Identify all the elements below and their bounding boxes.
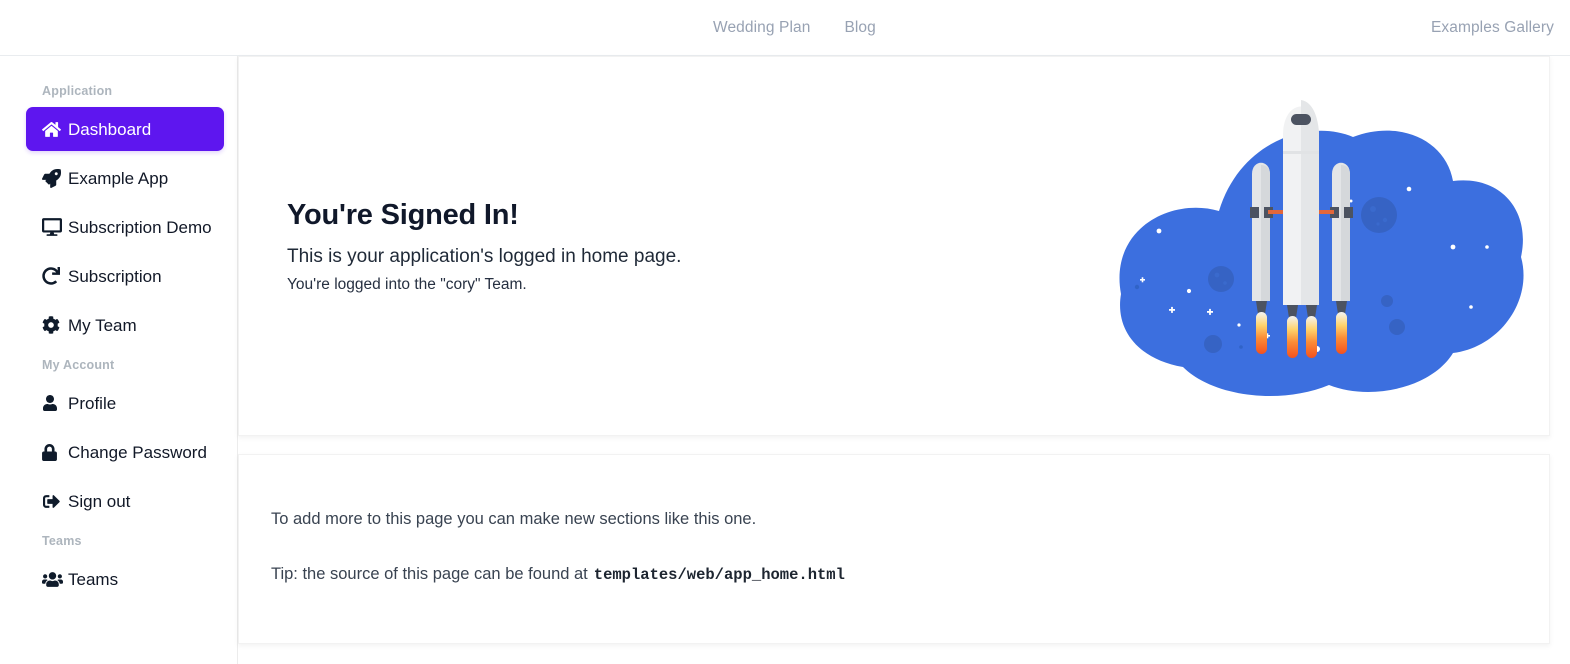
nav-link-blog[interactable]: Blog xyxy=(844,19,875,37)
sidebar: Application Dashboard Example App Subscr… xyxy=(0,56,238,664)
sidebar-item-label: Subscription xyxy=(68,266,162,286)
sidebar-item-my-team[interactable]: My Team xyxy=(26,303,224,347)
rocket-launch-illustration xyxy=(1101,79,1541,409)
sidebar-heading-my-account: My Account xyxy=(42,358,115,372)
lock-icon xyxy=(42,443,68,461)
sidebar-item-example-app[interactable]: Example App xyxy=(26,156,224,200)
desktop-icon xyxy=(42,217,68,237)
sidebar-item-label: Example App xyxy=(68,168,169,188)
sidebar-item-label: Sign out xyxy=(68,491,131,511)
sidebar-heading-teams: Teams xyxy=(42,534,82,548)
page-body: Application Dashboard Example App Subscr… xyxy=(0,56,1570,664)
hero-card: You're Signed In! This is your applicati… xyxy=(238,56,1550,436)
sidebar-item-teams[interactable]: Teams xyxy=(26,557,224,601)
home-icon xyxy=(42,120,68,139)
sign-out-icon xyxy=(42,493,68,510)
redo-icon xyxy=(42,267,68,285)
hero-text-block: You're Signed In! This is your applicati… xyxy=(239,199,979,294)
sidebar-item-dashboard[interactable]: Dashboard xyxy=(26,107,224,151)
nav-link-examples-gallery[interactable]: Examples Gallery xyxy=(1431,19,1554,37)
info-line-tip: Tip: the source of this page can be foun… xyxy=(271,565,1549,584)
sidebar-item-label: Profile xyxy=(68,393,117,413)
gear-icon xyxy=(42,316,68,334)
nav-link-wedding-plan[interactable]: Wedding Plan xyxy=(713,19,810,37)
rocket-icon xyxy=(42,168,68,188)
sidebar-item-profile[interactable]: Profile xyxy=(26,381,224,425)
users-group-icon xyxy=(42,571,68,588)
sidebar-item-subscription-demo[interactable]: Subscription Demo xyxy=(26,205,224,249)
hero-lead-text: This is your application's logged in hom… xyxy=(287,245,682,267)
sidebar-item-label: Dashboard xyxy=(68,119,152,139)
sidebar-item-label: Change Password xyxy=(68,442,207,462)
top-navbar: Wedding Plan Blog Examples Gallery xyxy=(0,0,1570,56)
main-content: You're Signed In! This is your applicati… xyxy=(238,56,1570,664)
user-icon xyxy=(42,395,68,411)
info-card: To add more to this page you can make ne… xyxy=(238,454,1550,644)
sidebar-item-label: Subscription Demo xyxy=(68,217,212,237)
sidebar-item-label: My Team xyxy=(68,315,137,335)
navbar-right-links: Examples Gallery xyxy=(1431,0,1554,56)
info-tip-prefix: Tip: the source of this page can be foun… xyxy=(271,565,588,583)
hero-team-text: You're logged into the "cory" Team. xyxy=(287,275,527,293)
sidebar-heading-application: Application xyxy=(42,84,113,98)
navbar-center-links: Wedding Plan Blog xyxy=(713,0,876,56)
source-path: templates/web/app_home.html xyxy=(593,566,845,584)
sidebar-item-subscription[interactable]: Subscription xyxy=(26,254,224,298)
sidebar-item-label: Teams xyxy=(68,569,119,589)
sidebar-item-change-password[interactable]: Change Password xyxy=(26,430,224,474)
info-line-sections: To add more to this page you can make ne… xyxy=(271,510,757,528)
sidebar-item-sign-out[interactable]: Sign out xyxy=(26,479,224,523)
page-title: You're Signed In! xyxy=(287,198,519,231)
